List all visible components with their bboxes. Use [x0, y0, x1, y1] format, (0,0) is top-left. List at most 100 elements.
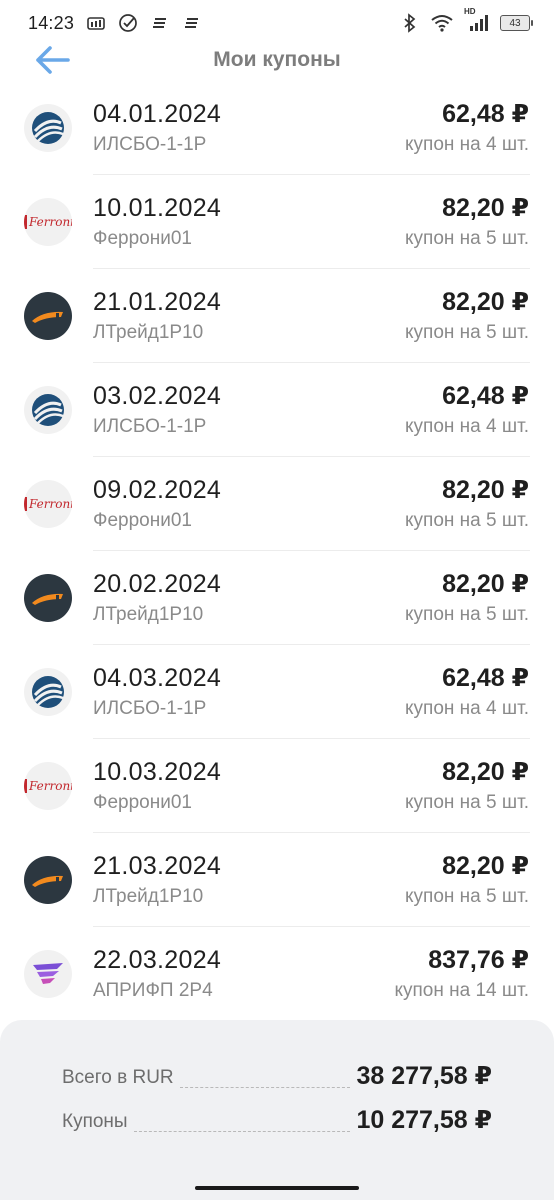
- coupon-date: 10.03.2024: [93, 757, 222, 786]
- coupon-amount: 82,20 ₽: [442, 757, 529, 786]
- ltrade-logo: [24, 574, 72, 622]
- coupon-date: 09.02.2024: [93, 475, 222, 504]
- coupons-label: Купоны: [62, 1111, 128, 1132]
- ltrade-logo: [24, 856, 72, 904]
- coupon-payment: 82,20 ₽ купон на 5 шт.: [405, 851, 529, 910]
- coupon-row[interactable]: 03.02.2024 ИЛСБО-1-1Р 62,48 ₽ купон на 4 шт…: [0, 363, 554, 457]
- bluetooth-icon: [400, 13, 420, 33]
- coupon-payment: 82,20 ₽ купон на 5 шт.: [405, 287, 529, 346]
- bond-name: ИЛСБО-1-1Р: [93, 415, 207, 437]
- battery-icon: 43: [500, 15, 533, 31]
- coupon-amount: 837,76 ₽: [428, 945, 529, 974]
- signal-icon: HD: [464, 7, 490, 33]
- summary-total-row: Всего в RUR 38 277,58 ₽: [62, 1060, 492, 1090]
- ferroni-logo: Ferroni: [24, 762, 72, 810]
- menu-lines-icon: [150, 13, 170, 33]
- coupon-amount: 82,20 ₽: [442, 193, 529, 222]
- bond-name: Феррони01: [93, 509, 192, 531]
- coupon-amount: 82,20 ₽: [442, 851, 529, 880]
- coupon-info: 10.03.2024 Феррони01: [93, 757, 405, 816]
- ferroni-logo-text: Ferroni: [24, 779, 72, 793]
- ltrade-logo: [24, 292, 72, 340]
- coupon-info: 09.02.2024 Феррони01: [93, 475, 405, 534]
- bond-name: ЛТрейд1Р10: [93, 885, 204, 907]
- bond-name: ЛТрейд1Р10: [93, 603, 204, 625]
- page-title: Мои купоны: [213, 48, 341, 71]
- coupon-payment: 62,48 ₽ купон на 4 шт.: [405, 381, 529, 440]
- coupon-date: 04.01.2024: [93, 99, 222, 128]
- coupon-amount: 82,20 ₽: [442, 287, 529, 316]
- network-type-label: HD: [464, 7, 476, 16]
- total-label: Всего в RUR: [62, 1067, 174, 1088]
- bond-name: ИЛСБО-1-1Р: [93, 697, 207, 719]
- bond-name: ИЛСБО-1-1Р: [93, 133, 207, 155]
- coupon-info: 21.03.2024 ЛТрейд1Р10: [93, 851, 405, 910]
- coupon-info: 04.03.2024 ИЛСБО-1-1Р: [93, 663, 405, 722]
- coupon-amount: 82,20 ₽: [442, 569, 529, 598]
- coupon-date: 10.01.2024: [93, 193, 222, 222]
- coupon-list: 04.01.2024 ИЛСБО-1-1Р 62,48 ₽ купон на 4 шт…: [0, 81, 554, 1021]
- coupon-info: 04.01.2024 ИЛСБО-1-1Р: [93, 99, 405, 158]
- coupon-info: 03.02.2024 ИЛСБО-1-1Р: [93, 381, 405, 440]
- coupon-payment: 82,20 ₽ купон на 5 шт.: [405, 193, 529, 252]
- coupon-quantity: купон на 5 шт.: [405, 603, 529, 625]
- home-indicator[interactable]: [195, 1186, 359, 1190]
- coupon-row[interactable]: 21.03.2024 ЛТрейд1Р10 82,20 ₽ купон на 5 шт…: [0, 833, 554, 927]
- coupon-row[interactable]: 20.02.2024 ЛТрейд1Р10 82,20 ₽ купон на 5 шт…: [0, 551, 554, 645]
- coupon-info: 20.02.2024 ЛТрейд1Р10: [93, 569, 405, 628]
- coupon-amount: 62,48 ₽: [442, 663, 529, 692]
- coupon-date: 03.02.2024: [93, 381, 222, 410]
- coupon-info: 21.01.2024 ЛТрейд1Р10: [93, 287, 405, 346]
- status-time: 14:23: [28, 12, 75, 33]
- summary-panel: Всего в RUR 38 277,58 ₽ Купоны 10 277,58…: [0, 1020, 554, 1176]
- coupon-row[interactable]: 04.03.2024 ИЛСБО-1-1Р 62,48 ₽ купон на 4 шт…: [0, 645, 554, 739]
- coupon-quantity: купон на 4 шт.: [405, 697, 529, 719]
- wifi-icon: [430, 13, 454, 33]
- ilsbo-logo: [24, 104, 72, 152]
- dotted-leader: [179, 1087, 351, 1088]
- coupon-row[interactable]: Ferroni 10.01.2024 Феррони01 82,20 ₽ купон н…: [0, 175, 554, 269]
- back-button[interactable]: [32, 42, 72, 78]
- coupon-row[interactable]: 21.01.2024 ЛТрейд1Р10 82,20 ₽ купон на 5 шт…: [0, 269, 554, 363]
- coupon-payment: 82,20 ₽ купон на 5 шт.: [405, 757, 529, 816]
- coupon-row[interactable]: 04.01.2024 ИЛСБО-1-1Р 62,48 ₽ купон на 4 шт…: [0, 81, 554, 175]
- app-header: Мои купоны: [0, 38, 554, 82]
- coupon-quantity: купон на 5 шт.: [405, 227, 529, 249]
- coupon-quantity: купон на 5 шт.: [405, 885, 529, 907]
- coupon-date: 21.01.2024: [93, 287, 222, 316]
- coupon-payment: 837,76 ₽ купон на 14 шт.: [394, 945, 529, 1004]
- coupon-row[interactable]: Ferroni 10.03.2024 Феррони01 82,20 ₽ купон н…: [0, 739, 554, 833]
- coupon-quantity: купон на 4 шт.: [405, 133, 529, 155]
- coupon-payment: 62,48 ₽ купон на 4 шт.: [405, 663, 529, 722]
- coupon-quantity: купон на 5 шт.: [405, 321, 529, 343]
- bond-name: АПРИФП 2Р4: [93, 979, 213, 1001]
- ferroni-logo: Ferroni: [24, 480, 72, 528]
- notification-icons: [86, 13, 202, 33]
- coupon-payment: 62,48 ₽ купон на 4 шт.: [405, 99, 529, 158]
- bond-name: Феррони01: [93, 227, 192, 249]
- coupon-date: 22.03.2024: [93, 945, 222, 974]
- check-circle-icon: [118, 13, 138, 33]
- coupon-info: 10.01.2024 Феррони01: [93, 193, 405, 252]
- coupon-row[interactable]: Ferroni 09.02.2024 Феррони01 82,20 ₽ купон н…: [0, 457, 554, 551]
- coupon-amount: 62,48 ₽: [442, 99, 529, 128]
- dotted-leader: [133, 1131, 351, 1132]
- aprifp-logo: [24, 950, 72, 998]
- coupon-row[interactable]: 22.03.2024 АПРИФП 2Р4 837,76 ₽ купон на 14 …: [0, 927, 554, 1021]
- coupon-date: 20.02.2024: [93, 569, 222, 598]
- ferroni-logo-text: Ferroni: [24, 497, 72, 511]
- bond-name: ЛТрейд1Р10: [93, 321, 204, 343]
- coupon-amount: 82,20 ₽: [442, 475, 529, 504]
- system-navigation-bar: [0, 1176, 554, 1200]
- coupon-quantity: купон на 5 шт.: [405, 791, 529, 813]
- total-value: 38 277,58 ₽: [356, 1062, 492, 1090]
- arrow-left-icon: [36, 46, 70, 74]
- bank-card-icon: [86, 13, 106, 33]
- ferroni-logo: Ferroni: [24, 198, 72, 246]
- bond-name: Феррони01: [93, 791, 192, 813]
- coupon-payment: 82,20 ₽ купон на 5 шт.: [405, 475, 529, 534]
- coupon-date: 21.03.2024: [93, 851, 222, 880]
- summary-coupons-row: Купоны 10 277,58 ₽: [62, 1104, 492, 1134]
- system-icons: HD 43: [400, 7, 533, 33]
- coupon-amount: 62,48 ₽: [442, 381, 529, 410]
